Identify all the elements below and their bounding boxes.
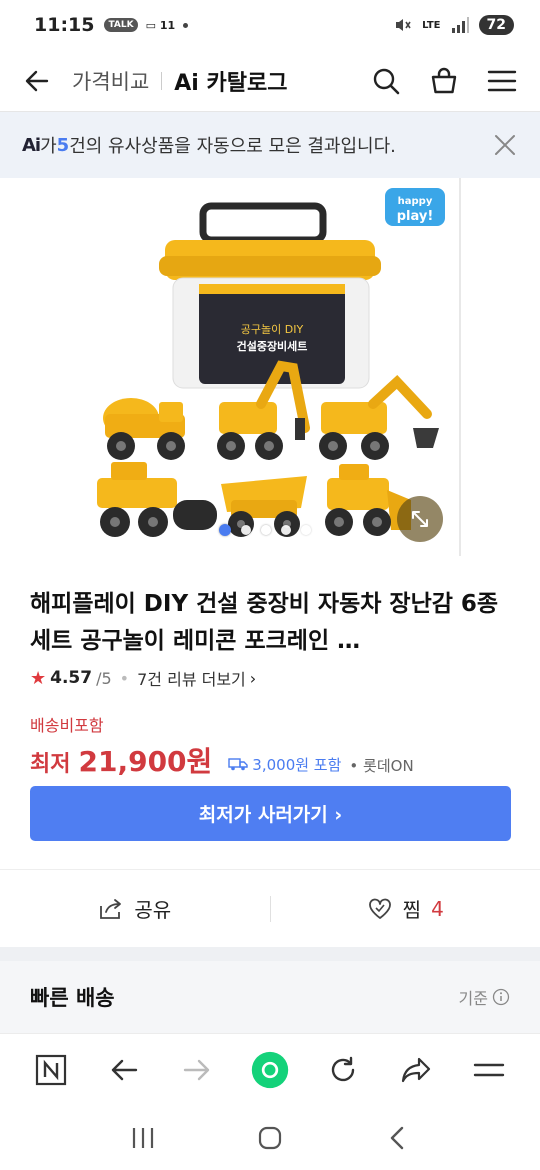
section-title: 빠른 배송 bbox=[30, 986, 115, 1010]
browser-menu-icon[interactable] bbox=[469, 1050, 509, 1090]
page-title: Ai 카탈로그 bbox=[174, 70, 288, 96]
box-label-line1: 공구놀이 DIY bbox=[241, 323, 304, 336]
lte-label: LTE bbox=[422, 19, 441, 31]
seller-name: • 롯데ON bbox=[349, 757, 414, 775]
status-bar: 11:15 TALK ▭ 11 LTE 72 bbox=[0, 0, 540, 50]
share-button[interactable]: 공유 bbox=[0, 894, 270, 923]
gallery-dot[interactable] bbox=[241, 525, 251, 535]
shipping-fee-text: 3,000원 포함 bbox=[252, 755, 342, 774]
product-info: 해피플레이 DIY 건설 중장비 자동차 장난감 6종 세트 공구놀이 레미콘 … bbox=[0, 556, 540, 780]
brand-logo: happy play! bbox=[385, 188, 445, 226]
network-label: 11 bbox=[159, 18, 176, 32]
banner-prefix: 가 bbox=[40, 136, 57, 157]
naver-home-icon[interactable] bbox=[31, 1050, 71, 1090]
signal-icon bbox=[451, 17, 469, 33]
gallery-dot[interactable] bbox=[261, 525, 271, 535]
browser-toolbar bbox=[0, 1033, 540, 1105]
star-icon: ★ bbox=[30, 667, 47, 689]
product-image-gallery[interactable]: happy play! 공구놀이 DIY 건설중장비세트 bbox=[81, 178, 461, 556]
breadcrumb-divider bbox=[161, 71, 163, 90]
banner-text: 건의 유사상품을 자동으로 모은 결과입니다. bbox=[69, 136, 396, 157]
product-image: happy play! 공구놀이 DIY 건설중장비세트 bbox=[97, 188, 445, 537]
gallery-indicator bbox=[219, 524, 311, 536]
battery-icon: 72 bbox=[478, 15, 514, 35]
box-label-line2: 건설중장비세트 bbox=[237, 339, 308, 353]
lowest-price: 21,900원 bbox=[78, 745, 213, 778]
expand-icon[interactable] bbox=[397, 496, 443, 542]
talk-icon: TALK bbox=[104, 18, 138, 32]
home-icon[interactable] bbox=[250, 1118, 290, 1158]
system-back-icon[interactable] bbox=[377, 1118, 417, 1158]
rating-score: 4.57 bbox=[50, 668, 93, 688]
share-icon bbox=[100, 898, 122, 919]
review-link[interactable]: 7건 리뷰 더보기 bbox=[137, 666, 246, 690]
search-icon[interactable] bbox=[370, 65, 402, 97]
basis-info[interactable]: 기준 bbox=[459, 985, 510, 1009]
gallery-dot[interactable] bbox=[219, 524, 231, 536]
fast-delivery-section: 빠른 배송 기준 bbox=[0, 961, 540, 1033]
buy-lowest-button[interactable]: 최저가 사러가기 › bbox=[30, 786, 511, 841]
product-title: 해피플레이 DIY 건설 중장비 자동차 장난감 6종 세트 공구놀이 레미콘 … bbox=[30, 591, 499, 654]
price-row: 최저 21,900원 3,000원 포함 • 롯데ON bbox=[30, 740, 510, 780]
notification-icons: TALK ▭ 11 bbox=[104, 18, 189, 32]
shipping-included-label: 배송비포함 bbox=[30, 716, 104, 735]
ai-result-banner: Ai 가 5 건의 유사상품을 자동으로 모은 결과입니다. bbox=[0, 112, 540, 178]
gallery-dot[interactable] bbox=[301, 525, 311, 535]
share-label: 공유 bbox=[134, 898, 172, 922]
gallery-edge bbox=[459, 178, 461, 556]
truck-icon bbox=[228, 758, 248, 771]
toy-road-roller bbox=[97, 462, 217, 537]
recent-apps-icon[interactable] bbox=[123, 1118, 163, 1158]
browser-back-icon[interactable] bbox=[104, 1050, 144, 1090]
shipping-fee: 3,000원 포함 bbox=[228, 754, 341, 775]
browser-forward-icon[interactable] bbox=[177, 1050, 217, 1090]
wishlist-count: 4 bbox=[431, 896, 444, 921]
section-gap bbox=[0, 947, 540, 961]
close-icon[interactable] bbox=[492, 132, 518, 158]
share-wishlist-bar: 공유 찜 4 bbox=[0, 869, 540, 947]
rating-row: ★ 4.57 /5 • 7건 리뷰 더보기 › bbox=[30, 666, 510, 690]
brand-logo-line1: happy bbox=[398, 196, 433, 207]
banner-count: 5 bbox=[56, 134, 70, 156]
share-forward-icon[interactable] bbox=[396, 1050, 436, 1090]
menu-icon[interactable] bbox=[486, 65, 518, 97]
info-icon bbox=[492, 988, 510, 1006]
wishlist-label: 찜 bbox=[402, 898, 422, 922]
naver-green-dot-icon[interactable] bbox=[250, 1050, 290, 1090]
breadcrumb[interactable]: 가격비교 bbox=[72, 66, 149, 96]
lowest-label: 최저 bbox=[30, 752, 71, 777]
mute-icon bbox=[396, 19, 411, 31]
system-navigation bbox=[0, 1105, 540, 1170]
dot-icon bbox=[183, 22, 189, 28]
seller-name-text: 롯데ON bbox=[363, 757, 414, 775]
bullet-separator: • bbox=[119, 668, 130, 688]
back-arrow-icon[interactable] bbox=[22, 66, 52, 96]
wishlist-button[interactable]: 찜 4 bbox=[271, 894, 540, 923]
toy-excavator-large bbox=[319, 374, 439, 460]
status-right: LTE 72 bbox=[394, 15, 514, 35]
basis-label: 기준 bbox=[458, 989, 488, 1008]
network-icon: ▭ 11 bbox=[145, 18, 176, 32]
header-actions bbox=[370, 65, 518, 97]
chevron-right-icon: › bbox=[249, 668, 257, 688]
rating-max: /5 bbox=[96, 668, 112, 688]
ai-logo: Ai bbox=[22, 134, 41, 156]
refresh-icon[interactable] bbox=[323, 1050, 363, 1090]
top-nav: 가격비교 Ai 카탈로그 bbox=[0, 50, 540, 112]
brand-logo-line2: play! bbox=[397, 209, 434, 224]
cart-icon[interactable] bbox=[428, 65, 460, 97]
heart-icon bbox=[368, 898, 391, 919]
storage-box: 공구놀이 DIY 건설중장비세트 bbox=[159, 202, 381, 389]
toy-mixer-truck bbox=[103, 398, 185, 460]
status-time: 11:15 bbox=[34, 14, 95, 36]
gallery-dot[interactable] bbox=[281, 525, 291, 535]
